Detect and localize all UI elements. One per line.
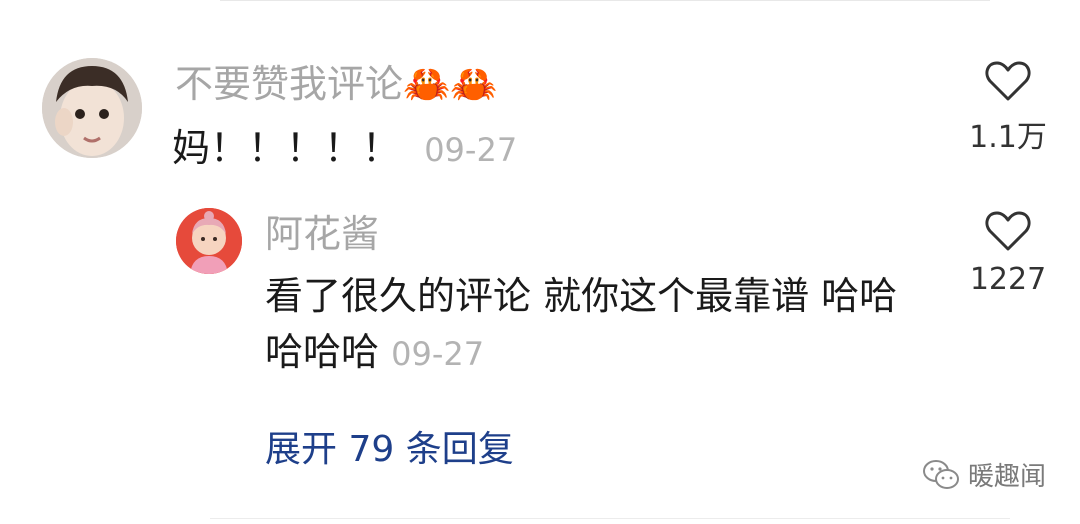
comment-like[interactable]: 1.1万 [958,60,1058,156]
commenter-username[interactable]: 不要赞我评论🦀🦀 [175,62,498,106]
comment-text: 妈！！！！！ 09-27 [172,120,517,178]
comment-body: 妈！！！！！ [172,126,401,170]
reply-username[interactable]: 阿花酱 [265,212,379,256]
expand-replies-link[interactable]: 展开 79 条回复 [265,420,514,472]
reply-body: 看了很久的评论 就你这个最靠谱 哈哈哈哈哈 [265,274,898,374]
commenter-avatar[interactable] [42,58,142,158]
top-divider [220,0,990,1]
reply-like-count: 1227 [969,262,1047,297]
bottom-divider [210,518,1010,519]
reply-avatar[interactable] [176,208,242,274]
wechat-icon [923,459,959,489]
comment-date: 09-27 [424,131,518,169]
like-count: 1.1万 [969,120,1047,155]
heart-outline-icon[interactable] [985,60,1031,102]
heart-outline-icon[interactable] [985,210,1031,252]
reply-like[interactable]: 1227 [958,210,1058,297]
watermark-text: 暖趣闻 [968,462,1047,492]
reply-date: 09-27 [391,335,485,373]
reply-text: 看了很久的评论 就你这个最靠谱 哈哈哈哈哈 09-27 [265,268,925,382]
watermark: 暖趣闻 [922,456,1046,493]
